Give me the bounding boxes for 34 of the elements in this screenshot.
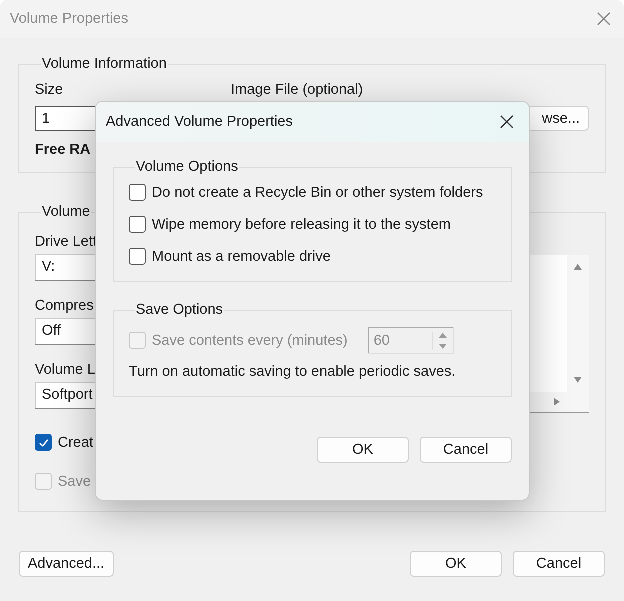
- window-title: Volume Properties: [10, 11, 128, 27]
- checkbox-label: Mount as a removable drive: [152, 248, 331, 264]
- group-label: Save Options: [135, 302, 224, 318]
- hint-text: Turn on automatic saving to enable periodic saves.: [129, 364, 457, 380]
- group-label: Volume Options: [135, 159, 240, 175]
- scroll-down-icon[interactable]: [573, 376, 583, 384]
- scrollbar[interactable]: [527, 392, 589, 412]
- checkbox[interactable]: [129, 184, 146, 201]
- cancel-button[interactable]: Cancel: [513, 551, 605, 577]
- checkbox-label: Wipe memory before releasing it to the system: [152, 216, 451, 232]
- checkbox-label: Do not create a Recycle Bin or other system folders: [152, 184, 484, 200]
- field-label: Size: [35, 83, 64, 98]
- ok-button[interactable]: OK: [317, 437, 409, 463]
- scroll-up-icon[interactable]: [573, 263, 583, 271]
- field-label: Compres: [35, 298, 94, 314]
- close-icon[interactable]: [500, 115, 514, 129]
- dialog-title: Advanced Volume Properties: [106, 114, 293, 130]
- checkbox-label: Save: [58, 474, 92, 490]
- checkbox[interactable]: [35, 434, 52, 451]
- checkbox-label: Creat: [58, 434, 94, 450]
- advanced-button[interactable]: Advanced...: [19, 551, 114, 577]
- ok-button[interactable]: OK: [410, 551, 502, 577]
- free-ram-label: Free RA: [35, 142, 91, 158]
- checkbox[interactable]: [129, 248, 146, 265]
- group-label: Volume Information: [41, 56, 168, 72]
- list-box[interactable]: [527, 255, 589, 413]
- group-label: Volume: [41, 204, 92, 220]
- field-label: Volume L: [35, 362, 96, 378]
- scrollbar[interactable]: [567, 255, 589, 392]
- checkbox[interactable]: [129, 216, 146, 233]
- field-label: Image File (optional): [231, 83, 364, 98]
- scroll-right-icon[interactable]: [553, 397, 561, 407]
- cancel-button[interactable]: Cancel: [420, 437, 512, 463]
- checkbox-label: Save contents every (minutes): [152, 332, 348, 348]
